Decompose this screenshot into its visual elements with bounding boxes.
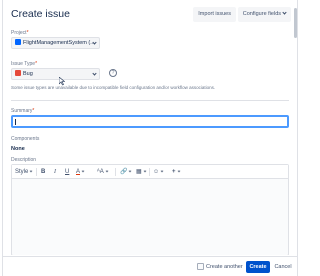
project-icon <box>15 38 21 45</box>
summary-input[interactable] <box>11 115 289 128</box>
issue-type-hint: Some issue types are unavailable due to … <box>11 85 216 90</box>
insert-more-button[interactable]: + <box>172 168 180 176</box>
link-icon[interactable]: 🔗 <box>120 168 132 176</box>
dialog-footer: Create another Create Cancel <box>3 256 297 276</box>
project-select[interactable]: FlightManagementSystem (... <box>11 37 100 49</box>
table-icon[interactable]: ▦ <box>136 168 147 176</box>
configure-fields-button[interactable]: Configure fields <box>237 7 291 22</box>
create-button[interactable]: Create <box>246 261 270 273</box>
components-label: Components <box>11 136 40 142</box>
issue-type-value: Bug <box>23 71 33 77</box>
toolbar-separator <box>36 168 37 176</box>
issue-type-label: Issue Type* <box>11 61 38 67</box>
underline-button[interactable]: U <box>65 168 69 176</box>
create-another-label[interactable]: Create another <box>206 263 243 271</box>
chevron-down-icon <box>92 40 97 45</box>
project-value: FlightManagementSystem (... <box>23 40 95 46</box>
dialog-body: Project* FlightManagementSystem (... Iss… <box>11 29 291 255</box>
issue-type-select[interactable]: Bug <box>11 68 100 80</box>
description-editor[interactable]: Style B I U A ᴬA 🔗 ▦ ☺ + <box>11 164 289 255</box>
toolbar-separator <box>115 168 116 176</box>
divider <box>11 100 289 101</box>
toolbar-separator <box>149 168 150 176</box>
chevron-down-icon <box>282 10 287 15</box>
italic-button[interactable]: I <box>54 168 56 176</box>
bug-icon <box>15 69 21 76</box>
help-icon[interactable]: ? <box>109 69 117 77</box>
import-issues-button[interactable]: Import issues <box>193 7 236 22</box>
create-issue-dialog: Create issue Import issues Configure fie… <box>2 0 298 276</box>
cancel-button[interactable]: Cancel <box>273 261 293 273</box>
emoji-icon[interactable]: ☺ <box>153 168 164 176</box>
summary-label: Summary* <box>11 108 35 114</box>
dialog-scrollbar[interactable] <box>294 8 297 38</box>
dialog-header: Create issue Import issues Configure fie… <box>11 7 291 23</box>
project-label: Project* <box>11 30 29 36</box>
chevron-down-icon <box>92 71 97 76</box>
text-color-button[interactable]: A <box>76 168 85 176</box>
style-dropdown[interactable]: Style <box>15 168 33 176</box>
configure-fields-label: Configure fields <box>242 11 281 17</box>
create-another-checkbox[interactable] <box>197 263 204 270</box>
description-label: Description <box>11 157 37 163</box>
bold-button[interactable]: B <box>41 168 45 176</box>
text-size-button[interactable]: ᴬA <box>97 168 109 176</box>
components-value[interactable]: None <box>11 146 25 152</box>
text-caret <box>15 119 16 125</box>
editor-toolbar: Style B I U A ᴬA 🔗 ▦ ☺ + <box>12 165 288 179</box>
dialog-title: Create issue <box>11 8 70 20</box>
